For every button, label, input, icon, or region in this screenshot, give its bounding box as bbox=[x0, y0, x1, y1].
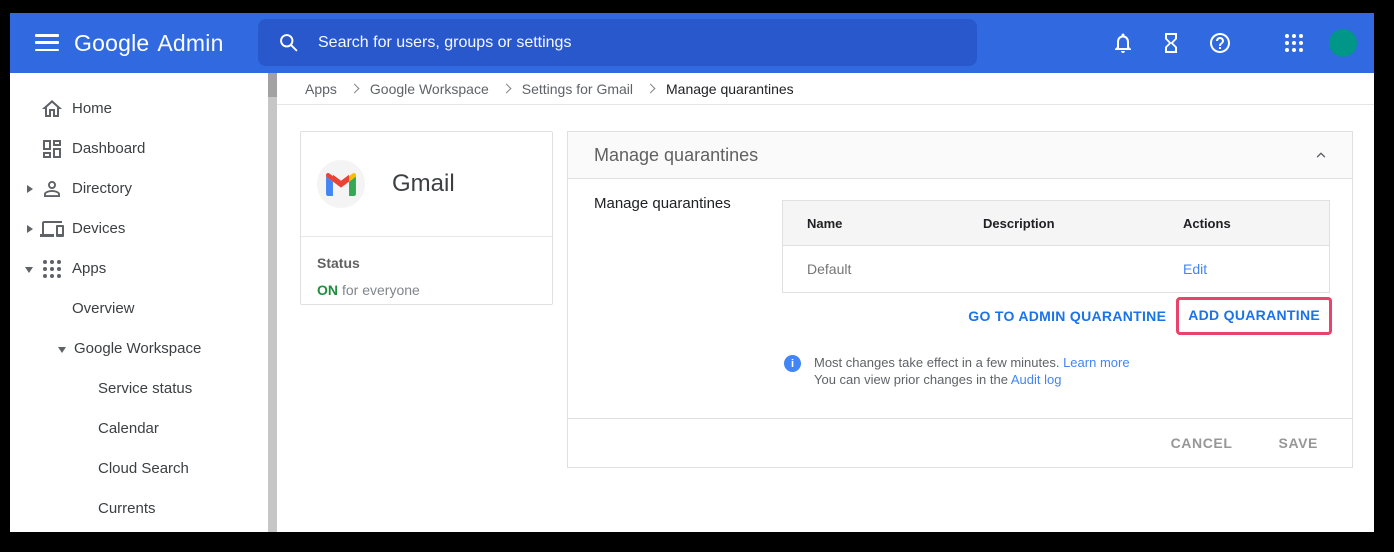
panel-footer: CANCEL SAVE bbox=[568, 418, 1352, 467]
breadcrumb-google-workspace[interactable]: Google Workspace bbox=[370, 81, 489, 97]
sidebar-item-label: Service status bbox=[98, 380, 192, 397]
add-quarantine-button[interactable]: ADD QUARANTINE bbox=[1188, 307, 1320, 323]
breadcrumb-settings-for-gmail[interactable]: Settings for Gmail bbox=[522, 81, 633, 97]
devices-icon bbox=[40, 217, 64, 241]
expand-right-icon[interactable] bbox=[27, 185, 33, 193]
gmail-logo-circle bbox=[317, 160, 365, 208]
status-value-line: ONfor everyone bbox=[317, 282, 536, 298]
sidebar-item-overview[interactable]: Overview bbox=[10, 289, 268, 329]
menu-icon[interactable] bbox=[35, 34, 59, 51]
note-line2: You can view prior changes in the bbox=[814, 372, 1008, 387]
table-row: Default Edit bbox=[783, 246, 1329, 292]
column-header-description: Description bbox=[983, 216, 1183, 231]
scrollbar-thumb[interactable] bbox=[268, 73, 277, 97]
breadcrumb: Apps Google Workspace Settings for Gmail… bbox=[277, 73, 1374, 105]
chevron-right-icon bbox=[646, 84, 656, 94]
status-label: Status bbox=[317, 255, 536, 271]
notifications-bell-icon[interactable] bbox=[1111, 31, 1135, 55]
sidebar-item-label: Directory bbox=[72, 180, 132, 197]
logo-google-text: Google bbox=[74, 30, 149, 57]
status-on-badge: ON bbox=[317, 282, 338, 298]
search-input[interactable] bbox=[316, 33, 936, 53]
sidebar-item-label: Devices bbox=[72, 220, 125, 237]
sidebar-item-apps[interactable]: Apps bbox=[10, 249, 268, 289]
sidebar-item-label: Apps bbox=[72, 260, 106, 277]
sidebar: Home Dashboard Directory Devices Apps bbox=[10, 73, 268, 532]
panel-body: Manage quarantines Name Description Acti… bbox=[568, 179, 1352, 419]
info-note: i Most changes take effect in a few minu… bbox=[784, 354, 1130, 388]
gmail-card-status-section: Status ONfor everyone bbox=[301, 237, 552, 298]
add-quarantine-highlight-box: ADD QUARANTINE bbox=[1176, 297, 1332, 335]
panel-header[interactable]: Manage quarantines bbox=[568, 132, 1352, 179]
column-header-actions: Actions bbox=[1183, 216, 1329, 231]
search-bar[interactable] bbox=[258, 19, 977, 66]
sidebar-item-label: Dashboard bbox=[72, 140, 145, 157]
app-title: Gmail bbox=[392, 170, 455, 198]
quarantine-actions-row: GO TO ADMIN QUARANTINE ADD QUARANTINE bbox=[968, 297, 1332, 335]
sidebar-item-google-workspace[interactable]: Google Workspace bbox=[10, 329, 268, 369]
info-icon: i bbox=[784, 355, 801, 372]
sidebar-item-dashboard[interactable]: Dashboard bbox=[10, 129, 268, 169]
sidebar-item-label: Currents bbox=[98, 500, 156, 517]
quarantines-table: Name Description Actions Default Edit bbox=[782, 200, 1330, 293]
dashboard-icon bbox=[40, 137, 64, 161]
cancel-button[interactable]: CANCEL bbox=[1171, 435, 1233, 451]
sidebar-item-home[interactable]: Home bbox=[10, 89, 268, 129]
home-icon bbox=[40, 97, 64, 121]
expand-right-icon[interactable] bbox=[27, 225, 33, 233]
chevron-right-icon bbox=[349, 84, 359, 94]
column-header-name: Name bbox=[783, 216, 983, 231]
edit-link[interactable]: Edit bbox=[1183, 261, 1207, 277]
gmail-app-card: Gmail Status ONfor everyone bbox=[300, 131, 553, 305]
audit-log-link[interactable]: Audit log bbox=[1011, 372, 1062, 387]
sidebar-item-service-status[interactable]: Service status bbox=[10, 369, 268, 409]
sidebar-item-devices[interactable]: Devices bbox=[10, 209, 268, 249]
collapse-chevron-up-icon[interactable] bbox=[1314, 148, 1328, 162]
breadcrumb-manage-quarantines: Manage quarantines bbox=[666, 81, 794, 97]
gmail-card-header: Gmail bbox=[301, 132, 552, 237]
sidebar-item-label: Calendar bbox=[98, 420, 159, 437]
chevron-right-icon bbox=[501, 84, 511, 94]
status-suffix: for everyone bbox=[342, 282, 420, 298]
table-header-row: Name Description Actions bbox=[783, 201, 1329, 246]
logo-admin-text: Admin bbox=[157, 30, 223, 57]
quarantine-name-cell: Default bbox=[783, 261, 983, 277]
google-admin-logo[interactable]: Google Admin bbox=[74, 13, 224, 73]
sidebar-item-currents[interactable]: Currents bbox=[10, 489, 268, 529]
apps-grid-icon[interactable] bbox=[1282, 31, 1306, 55]
expand-down-icon[interactable] bbox=[58, 347, 66, 353]
expand-down-icon[interactable] bbox=[25, 267, 33, 273]
person-icon bbox=[40, 177, 64, 201]
gmail-icon bbox=[326, 173, 356, 196]
tasks-hourglass-icon[interactable] bbox=[1159, 31, 1183, 55]
go-to-admin-quarantine-button[interactable]: GO TO ADMIN QUARANTINE bbox=[968, 308, 1166, 324]
sidebar-item-label: Home bbox=[72, 100, 112, 117]
sidebar-item-label: Google Workspace bbox=[74, 340, 201, 357]
search-icon bbox=[278, 32, 299, 53]
note-line1: Most changes take effect in a few minute… bbox=[814, 355, 1059, 370]
learn-more-link[interactable]: Learn more bbox=[1063, 355, 1129, 370]
main-content: Apps Google Workspace Settings for Gmail… bbox=[277, 73, 1374, 532]
sidebar-item-label: Cloud Search bbox=[98, 460, 189, 477]
sidebar-item-calendar[interactable]: Calendar bbox=[10, 409, 268, 449]
manage-quarantines-panel: Manage quarantines Manage quarantines Na… bbox=[567, 131, 1353, 468]
topbar: Google Admin bbox=[10, 13, 1374, 73]
note-text: Most changes take effect in a few minute… bbox=[814, 354, 1130, 388]
apps-dots-icon bbox=[40, 257, 64, 281]
sidebar-item-label: Overview bbox=[72, 300, 135, 317]
panel-title: Manage quarantines bbox=[594, 145, 758, 166]
breadcrumb-apps[interactable]: Apps bbox=[305, 81, 337, 97]
sidebar-scrollbar[interactable] bbox=[268, 73, 277, 532]
save-button[interactable]: SAVE bbox=[1279, 435, 1319, 451]
admin-console-window: Google Admin Home bbox=[10, 13, 1374, 532]
account-avatar[interactable] bbox=[1329, 29, 1357, 57]
sidebar-item-directory[interactable]: Directory bbox=[10, 169, 268, 209]
sidebar-item-cloud-search[interactable]: Cloud Search bbox=[10, 449, 268, 489]
help-icon[interactable] bbox=[1208, 31, 1232, 55]
section-label: Manage quarantines bbox=[594, 195, 731, 212]
